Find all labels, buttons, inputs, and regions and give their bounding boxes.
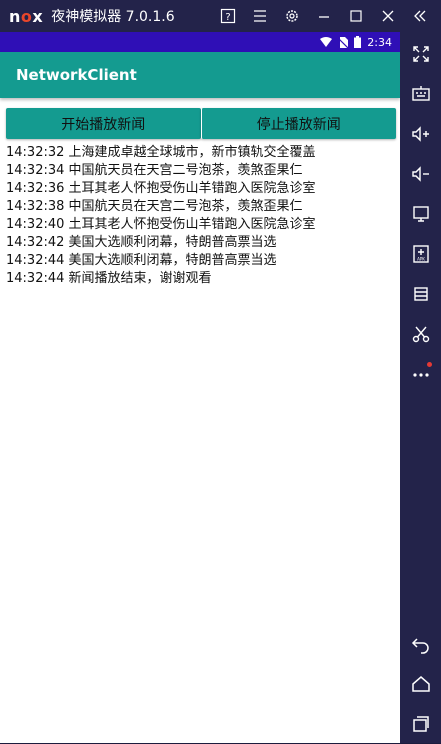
back-icon[interactable] (400, 624, 441, 664)
keyboard-icon[interactable] (400, 74, 441, 114)
more-icon[interactable] (400, 354, 441, 394)
app-bar: NetworkClient (0, 52, 400, 98)
home-icon[interactable] (400, 664, 441, 704)
clock: 2:34 (367, 35, 392, 49)
nox-logo: nox (9, 6, 44, 26)
button-row: 开始播放新闻 停止播放新闻 (6, 108, 396, 139)
close-icon[interactable] (372, 0, 404, 32)
emulator-title: 夜神模拟器 7.0.1.6 (51, 9, 175, 25)
log-line: 14:32:42 美国大选顺利闭幕，特朗普高票当选 (6, 235, 277, 250)
menu-icon[interactable] (244, 0, 276, 32)
fullscreen-icon[interactable] (400, 34, 441, 74)
volume-up-icon[interactable] (400, 114, 441, 154)
log-line: 14:32:40 土耳其老人怀抱受伤山羊错跑入医院急诊室 (6, 217, 316, 232)
help-icon[interactable]: ? (212, 0, 244, 32)
status-bar: 2:34 (0, 32, 400, 52)
log-line: 14:32:32 上海建成卓越全球城市，新市镇轨交全覆盖 (6, 145, 316, 160)
svg-text:APK: APK (417, 257, 425, 262)
screen-icon[interactable] (400, 194, 441, 234)
stop-news-button[interactable]: 停止播放新闻 (200, 108, 396, 139)
log-line: 14:32:34 中国航天员在天宫二号泡茶，羡煞歪果仁 (6, 163, 303, 178)
no-sim-icon (338, 36, 349, 48)
emulator-title-bar: nox 夜神模拟器 7.0.1.6 ? (0, 0, 441, 32)
volume-down-icon[interactable] (400, 154, 441, 194)
settings-gear-icon[interactable] (276, 0, 308, 32)
install-apk-icon[interactable]: APK (400, 234, 441, 274)
svg-text:?: ? (225, 12, 230, 23)
minimize-icon[interactable] (308, 0, 340, 32)
start-news-button[interactable]: 开始播放新闻 (6, 108, 201, 139)
news-log: 14:32:32 上海建成卓越全球城市，新市镇轨交全覆盖 14:32:34 中国… (6, 144, 396, 288)
log-line: 14:32:38 中国航天员在天宫二号泡茶，羡煞歪果仁 (6, 199, 303, 214)
multi-instance-icon[interactable] (400, 274, 441, 314)
scissors-icon[interactable] (400, 314, 441, 354)
log-line: 14:32:44 美国大选顺利闭幕，特朗普高票当选 (6, 253, 277, 268)
app-title: NetworkClient (16, 66, 137, 84)
log-line: 14:32:44 新闻播放结束，谢谢观看 (6, 271, 212, 286)
maximize-icon[interactable] (340, 0, 372, 32)
emulator-toolbar: APK (400, 32, 441, 743)
notification-dot (427, 362, 432, 367)
android-screen: 2:34 NetworkClient 开始播放新闻 停止播放新闻 14:32:3… (0, 32, 400, 743)
collapse-sidebar-icon[interactable] (404, 0, 436, 32)
recent-apps-icon[interactable] (400, 704, 441, 744)
log-line: 14:32:36 土耳其老人怀抱受伤山羊错跑入医院急诊室 (6, 181, 316, 196)
battery-icon (354, 36, 362, 48)
wifi-icon (320, 37, 333, 47)
